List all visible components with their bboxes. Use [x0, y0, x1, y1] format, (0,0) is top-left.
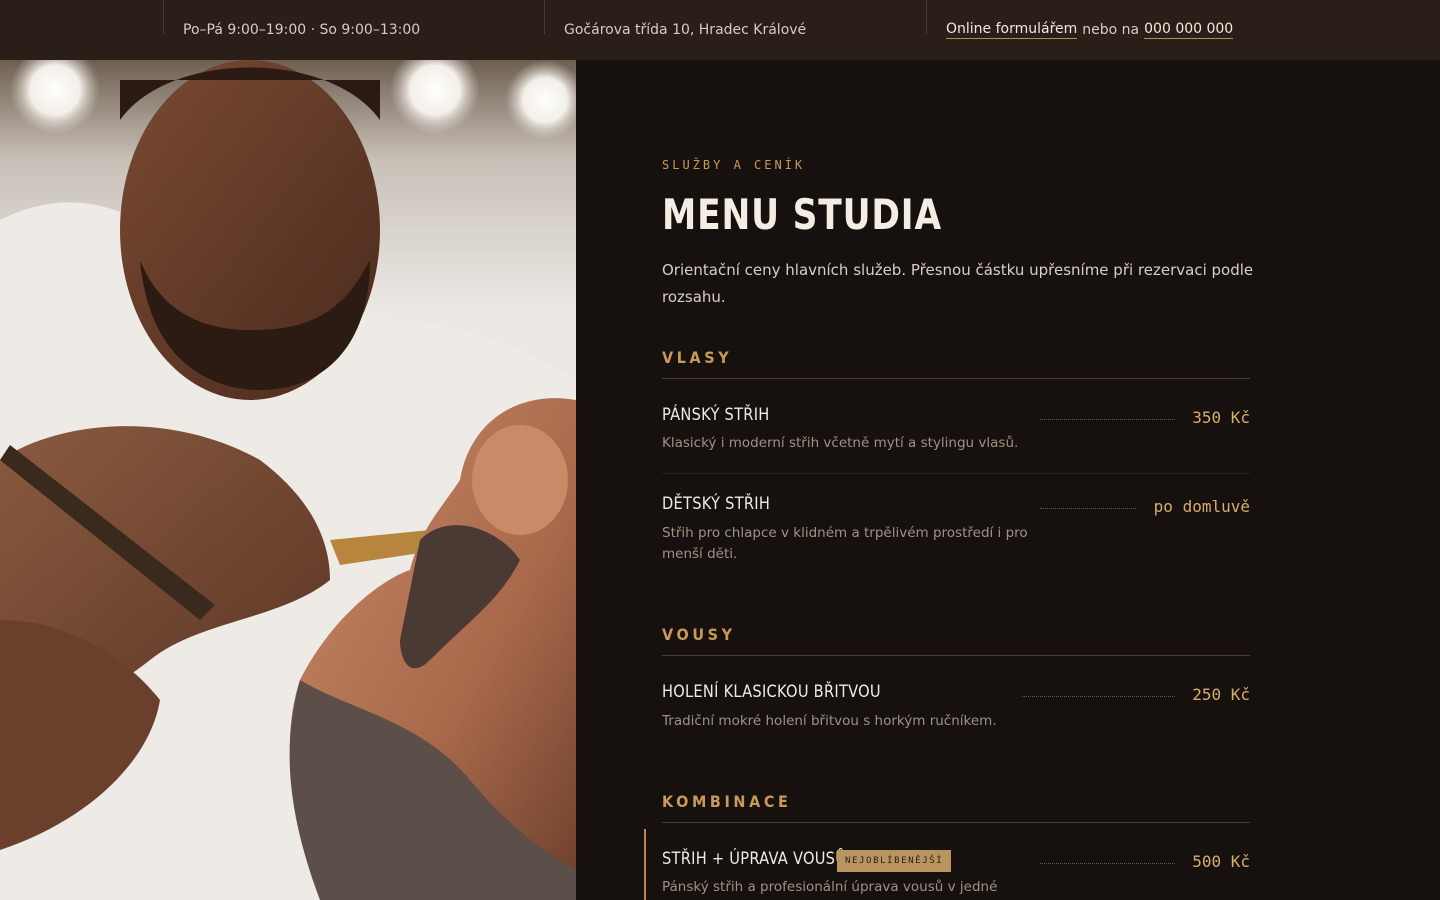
divider	[926, 0, 927, 34]
booking-mid-text: nebo na	[1082, 22, 1140, 38]
address: Gočárova třída 10, Hradec Králové	[564, 0, 806, 60]
page-title: MENU STUDIA	[662, 190, 942, 239]
leader-dots	[1040, 419, 1175, 420]
service-price: 250 Kč	[1192, 685, 1250, 704]
divider	[163, 0, 164, 34]
services-menu-panel: SLUŽBY A CENÍK MENU STUDIA Orientační ce…	[576, 60, 1440, 900]
section-eyebrow: SLUŽBY A CENÍK	[662, 158, 806, 172]
address-text: Gočárova třída 10, Hradec Králové	[564, 22, 807, 38]
leader-dots	[1040, 863, 1175, 864]
service-name: STŘIH + ÚPRAVA VOUSŮ	[662, 849, 847, 869]
phone-link[interactable]: 000 000 000	[1144, 21, 1234, 39]
leader-dots	[1040, 508, 1136, 509]
service-price: 500 Kč	[1192, 852, 1250, 871]
service-name: DĚTSKÝ STŘIH	[662, 494, 771, 514]
section-title-vousy: VOUSY	[662, 625, 736, 644]
service-description: Pánský střih a profesionální úprava vous…	[662, 879, 998, 895]
popular-badge: NEJOBLÍBENĚJŠÍ	[837, 850, 952, 872]
item-divider	[662, 473, 1250, 474]
service-price: 350 Kč	[1192, 408, 1250, 427]
top-info-bar: Po–Pá 9:00–19:00 · So 9:00–13:00 Gočárov…	[0, 0, 1440, 60]
featured-accent-bar	[644, 829, 646, 900]
leader-dots	[1022, 696, 1175, 697]
divider	[544, 0, 545, 34]
service-description: Střih pro chlapce v klidném a trpělivém …	[662, 525, 1028, 562]
booking-info: Online formulářem nebo na 000 000 000	[946, 0, 1234, 60]
section-divider	[662, 655, 1250, 656]
barber-shaving-photo	[0, 60, 576, 900]
online-form-link[interactable]: Online formulářem	[946, 21, 1078, 39]
service-description: Tradiční mokré holení břitvou s horkým r…	[662, 713, 997, 729]
section-title-kombinace: KOMBINACE	[662, 792, 792, 811]
service-description: Klasický i moderní střih včetně mytí a s…	[662, 435, 1019, 451]
section-divider	[662, 378, 1250, 379]
section-title-vlasy: VLASY	[662, 348, 733, 367]
service-name: HOLENÍ KLASICKOU BŘITVOU	[662, 682, 881, 702]
service-name: PÁNSKÝ STŘIH	[662, 405, 770, 425]
menu-intro: Orientační ceny hlavních služeb. Přesnou…	[662, 261, 1254, 306]
section-divider	[662, 822, 1250, 823]
service-price: po domluvě	[1153, 497, 1250, 516]
opening-hours-text: Po–Pá 9:00–19:00 · So 9:00–13:00	[183, 22, 421, 38]
opening-hours: Po–Pá 9:00–19:00 · So 9:00–13:00	[183, 0, 420, 60]
